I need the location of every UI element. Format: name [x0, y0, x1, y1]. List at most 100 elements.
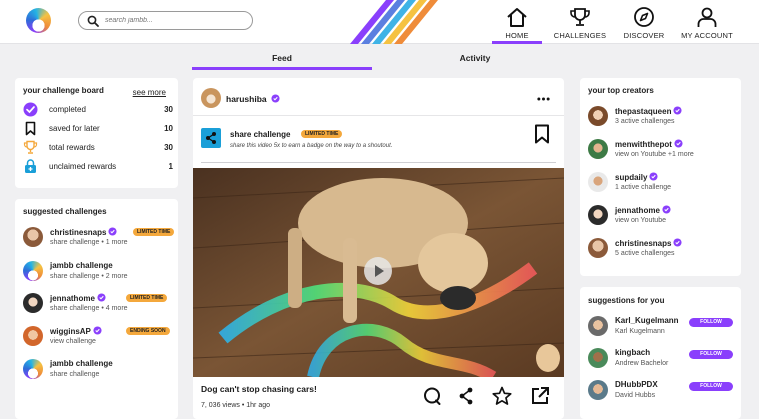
creator-name-text: menwiththepot — [615, 140, 672, 149]
nav-discover-label: DISCOVER — [623, 31, 665, 40]
avatar — [588, 348, 608, 368]
suggested-challenge-item[interactable]: jambb challenge share challenge • 2 more — [23, 260, 183, 286]
search-input[interactable] — [105, 14, 245, 27]
suggestion-name: DHubbPDX — [615, 380, 658, 389]
creator-name: thepastaqueen — [615, 106, 683, 116]
avatar — [23, 326, 43, 346]
suggested-challenge-item[interactable]: christinesnaps LIMITED TIME share challe… — [23, 226, 183, 252]
post-title: Dog can't stop chasing cars! — [201, 384, 317, 394]
challenge-title: share challenge — [230, 130, 291, 139]
gift-lock-icon — [25, 159, 36, 173]
nav-home[interactable]: HOME — [492, 0, 542, 44]
nav-challenges-label: CHALLENGES — [553, 31, 607, 40]
top-creators-title: your top creators — [588, 86, 654, 95]
more-options-icon[interactable] — [537, 97, 550, 101]
suggestion-name: kingbach — [615, 348, 651, 357]
board-row-total-rewards: total rewards 30 — [23, 140, 173, 154]
creator-name-text: jennathome — [615, 206, 660, 215]
suggested-challenge-item[interactable]: wigginsAP ENDING SOON view challenge — [23, 325, 183, 351]
board-row-label: saved for later — [49, 124, 100, 133]
avatar — [23, 293, 43, 313]
open-external-icon[interactable] — [530, 386, 550, 406]
avatar — [23, 227, 43, 247]
share-icon-tile — [201, 128, 221, 148]
creator-sub: 5 active challenges — [615, 250, 675, 257]
verified-icon — [108, 227, 118, 236]
see-more-link[interactable]: see more — [133, 88, 166, 97]
decorative-stripes — [350, 0, 438, 44]
share-icon[interactable] — [456, 386, 476, 406]
bookmark-icon[interactable] — [534, 124, 550, 144]
board-row-label: completed — [49, 105, 86, 114]
avatar — [588, 380, 608, 400]
play-icon — [375, 265, 384, 277]
suggested-sub: share challenge • 4 more — [50, 305, 128, 312]
follow-button[interactable]: FOLLOW — [689, 350, 733, 359]
follow-button[interactable]: FOLLOW — [689, 318, 733, 327]
suggestion-item[interactable]: Karl_Kugelmann Karl Kugelmann FOLLOW — [588, 315, 741, 341]
suggested-challenge-item[interactable]: jennathome LIMITED TIME share challenge … — [23, 292, 183, 318]
board-row-completed: completed 30 — [23, 102, 173, 117]
avatar — [588, 106, 608, 126]
suggestion-sub: Karl Kugelmann — [615, 328, 665, 335]
suggested-sub: view challenge — [50, 338, 96, 345]
video-player[interactable] — [193, 168, 564, 377]
suggested-name: jambb challenge — [50, 359, 113, 368]
share-challenge-banner[interactable]: share challenge LIMITED TIME share this … — [193, 116, 564, 162]
tab-active-indicator — [192, 67, 372, 70]
avatar — [588, 172, 608, 192]
verified-icon — [673, 106, 683, 115]
user-icon — [697, 7, 717, 27]
author-avatar[interactable] — [201, 88, 221, 108]
verified-icon — [674, 139, 683, 148]
feed-tabs: Feed Activity — [190, 48, 575, 70]
suggested-name: jennathome — [50, 293, 106, 303]
creator-item[interactable]: jennathome view on Youtube — [588, 204, 738, 230]
suggested-challenge-item[interactable]: jambb challenge share challenge — [23, 358, 183, 384]
nav-challenges[interactable]: CHALLENGES — [552, 0, 608, 44]
creator-name: jennathome — [615, 205, 671, 215]
tab-feed[interactable]: Feed — [192, 48, 372, 70]
follow-button[interactable]: FOLLOW — [689, 382, 733, 391]
suggestions-card: suggestions for you Karl_Kugelmann Karl … — [580, 287, 741, 419]
board-row-unclaimed-rewards: unclaimed rewards 1 — [23, 159, 173, 173]
board-row-value: 30 — [164, 105, 173, 114]
star-icon[interactable] — [492, 386, 512, 406]
suggestion-item[interactable]: kingbach Andrew Bachelor FOLLOW — [588, 347, 741, 373]
suggestions-title: suggestions for you — [588, 296, 665, 305]
comment-icon[interactable] — [422, 386, 442, 406]
jambb-logo[interactable] — [26, 8, 51, 33]
board-row-value: 10 — [164, 124, 173, 133]
bookmark-icon — [25, 121, 36, 136]
post-meta: 7, 036 views • 1hr ago — [201, 402, 270, 409]
nav-my-account[interactable]: MY ACCOUNT — [680, 0, 734, 44]
top-creators-card: your top creators thepastaqueen 3 active… — [580, 78, 741, 276]
creator-item[interactable]: supdaily 1 active challenge — [588, 171, 738, 197]
top-nav-bar: HOME CHALLENGES DISCOVER MY ACCOUNT — [0, 0, 759, 44]
nav-active-indicator — [492, 41, 542, 44]
creator-name: menwiththepot — [615, 139, 683, 149]
search-bar — [78, 11, 253, 30]
board-row-value: 30 — [164, 143, 173, 152]
creator-sub: view on Youtube — [615, 217, 666, 224]
nav-discover[interactable]: DISCOVER — [619, 0, 669, 44]
board-row-label: unclaimed rewards — [49, 162, 117, 171]
creator-item[interactable]: christinesnaps 5 active challenges — [588, 237, 738, 263]
creator-item[interactable]: menwiththepot view on Youtube +1 more — [588, 138, 738, 164]
board-row-saved: saved for later 10 — [23, 121, 173, 136]
suggestion-item[interactable]: DHubbPDX David Hubbs FOLLOW — [588, 379, 741, 405]
post-author[interactable]: harushiba — [226, 94, 280, 104]
suggested-challenges-title: suggested challenges — [23, 207, 107, 216]
suggested-sub: share challenge • 2 more — [50, 273, 128, 280]
trophy-icon — [570, 8, 590, 26]
challenge-board-card: your challenge board see more completed … — [15, 78, 178, 188]
jambb-logo-avatar — [23, 261, 43, 281]
board-row-value: 1 — [168, 162, 173, 171]
creator-item[interactable]: thepastaqueen 3 active challenges — [588, 105, 738, 131]
verified-icon — [97, 293, 106, 302]
board-row-label: total rewards — [49, 143, 95, 152]
suggested-sub: share challenge • 1 more — [50, 239, 128, 246]
limited-time-badge: LIMITED TIME — [301, 130, 343, 138]
tab-activity[interactable]: Activity — [385, 48, 565, 70]
play-button[interactable] — [364, 257, 392, 285]
